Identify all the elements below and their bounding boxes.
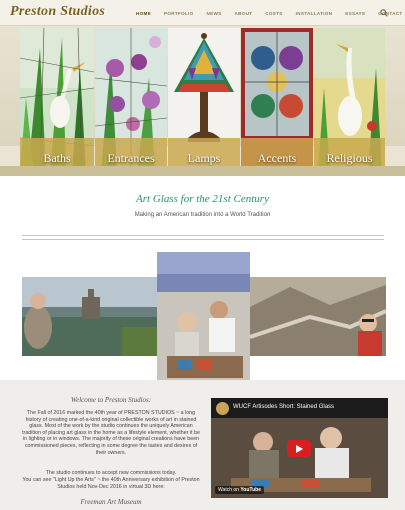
banner-panel-entrances[interactable]: Entrances: [95, 28, 167, 172]
channel-avatar[interactable]: [216, 402, 229, 415]
play-button[interactable]: [287, 440, 311, 457]
photo-great-wall: [250, 277, 386, 356]
nav-portfolio[interactable]: PORTFOLIO: [164, 11, 194, 16]
divider: [22, 235, 384, 236]
nav-about[interactable]: ABOUT: [234, 11, 252, 16]
photo-castle-lake: [22, 277, 157, 356]
video-title[interactable]: WUCF Artisodes Short: Stained Glass: [233, 404, 334, 410]
nav-installation[interactable]: INSTALLATION: [296, 11, 333, 16]
site-logo[interactable]: Preston Studios: [10, 4, 105, 20]
welcome-paragraph: The studio continues to accept new commi…: [45, 470, 177, 476]
main-nav: HOME PORTFOLIO NEWS ABOUT COSTS INSTALLA…: [136, 0, 405, 26]
tagline-title: Art Glass for the 21st Century: [136, 193, 269, 205]
nav-news[interactable]: NEWS: [206, 11, 221, 16]
watch-on-youtube-link[interactable]: Watch on YouTube: [215, 486, 264, 494]
banner-panel-baths[interactable]: Baths: [20, 28, 94, 172]
nav-costs[interactable]: COSTS: [265, 11, 282, 16]
banner-panel-religious[interactable]: Religious: [314, 28, 385, 172]
youtube-logo: YouTube: [240, 487, 261, 493]
welcome-title: Welcome to Preston Studios:: [70, 396, 152, 404]
photo-artisans-workbench: [157, 252, 250, 380]
tagline-subtitle: Making an American tradition into a Worl…: [134, 212, 271, 218]
nav-essays[interactable]: ESSAYS: [345, 11, 365, 16]
signature: Freeman Art Museum: [80, 498, 142, 506]
hero-banner: Baths Entrances Lamps Accents Religious: [0, 26, 405, 176]
panel-label-accents: Accents: [257, 151, 297, 165]
nav-home[interactable]: HOME: [136, 11, 151, 16]
panel-label-baths: Baths: [43, 151, 71, 165]
divider: [22, 239, 384, 240]
welcome-paragraph[interactable]: You can see "Light Up the Arts" ~ the 40…: [20, 477, 202, 490]
banner-panel-accents[interactable]: Accents: [241, 28, 313, 172]
site-header: Preston Studios HOME PORTFOLIO NEWS ABOU…: [0, 0, 405, 26]
panel-label-entrances: Entrances: [107, 151, 155, 165]
search-icon[interactable]: [380, 9, 388, 17]
video-embed[interactable]: WUCF Artisodes Short: Stained Glass Watc…: [211, 398, 388, 498]
panel-label-lamps: Lamps: [187, 151, 221, 165]
panel-label-religious: Religious: [326, 151, 373, 165]
welcome-paragraph: The Fall of 2016 marked the 40th year of…: [22, 410, 200, 456]
banner-panel-lamps[interactable]: Lamps: [168, 28, 240, 172]
